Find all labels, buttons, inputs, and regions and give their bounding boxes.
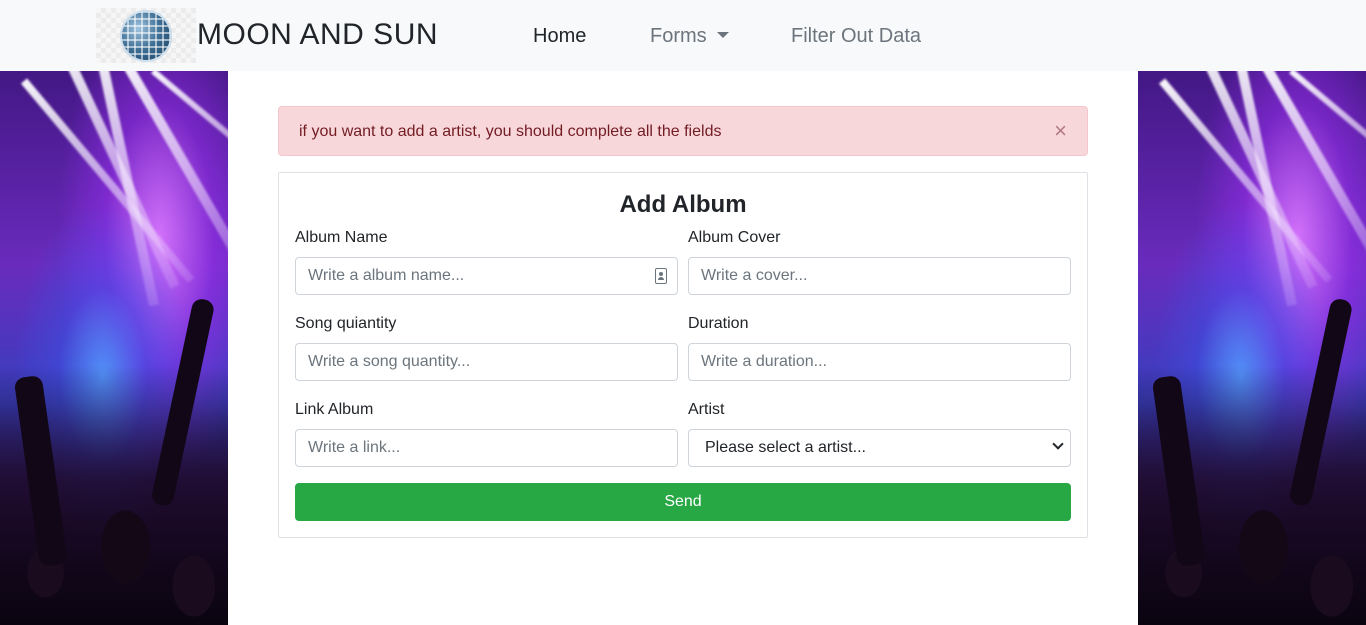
artist-label: Artist	[688, 401, 725, 418]
nav-filter-link[interactable]: Filter Out Data	[791, 25, 921, 48]
send-button[interactable]: Send	[295, 483, 1071, 521]
song-quantity-label: Song quiantity	[295, 315, 397, 332]
navbar: MOON AND SUN Home Forms Filter Out Data	[0, 0, 1366, 71]
duration-placeholder: Write a duration...	[701, 353, 827, 370]
concert-background-right	[1138, 71, 1366, 625]
add-album-form: Add Album Album Name Write a album name.…	[278, 172, 1088, 538]
disco-ball-icon[interactable]	[96, 8, 196, 63]
brand-title[interactable]: MOON AND SUN	[197, 18, 438, 52]
contact-card-icon[interactable]	[655, 268, 667, 284]
close-icon[interactable]: ×	[1054, 120, 1067, 142]
album-name-placeholder: Write a album name...	[308, 267, 465, 284]
alert-warning: if you want to add a artist, you should …	[278, 106, 1088, 156]
album-name-input[interactable]: Write a album name...	[295, 257, 678, 295]
main-content: if you want to add a artist, you should …	[228, 71, 1138, 625]
link-album-placeholder: Write a link...	[308, 439, 401, 456]
duration-input[interactable]: Write a duration...	[688, 343, 1071, 381]
chevron-down-icon	[1052, 438, 1064, 450]
duration-label: Duration	[688, 315, 749, 332]
nav-forms-label: Forms	[650, 25, 707, 47]
artist-select[interactable]: Please select a artist...	[688, 429, 1071, 467]
link-album-label: Link Album	[295, 401, 374, 418]
song-quantity-placeholder: Write a song quantity...	[308, 353, 471, 370]
album-cover-label: Album Cover	[688, 229, 781, 246]
nav-forms-dropdown[interactable]: Forms	[650, 25, 729, 48]
form-title: Add Album	[619, 191, 747, 218]
artist-selected-value: Please select a artist...	[705, 439, 866, 456]
nav-home-link[interactable]: Home	[533, 25, 586, 48]
concert-background-left	[0, 71, 228, 625]
album-cover-placeholder: Write a cover...	[701, 267, 808, 284]
song-quantity-input[interactable]: Write a song quantity...	[295, 343, 678, 381]
alert-message: if you want to add a artist, you should …	[299, 123, 722, 140]
caret-down-icon	[716, 32, 729, 38]
album-name-label: Album Name	[295, 229, 388, 246]
album-cover-input[interactable]: Write a cover...	[688, 257, 1071, 295]
link-album-input[interactable]: Write a link...	[295, 429, 678, 467]
